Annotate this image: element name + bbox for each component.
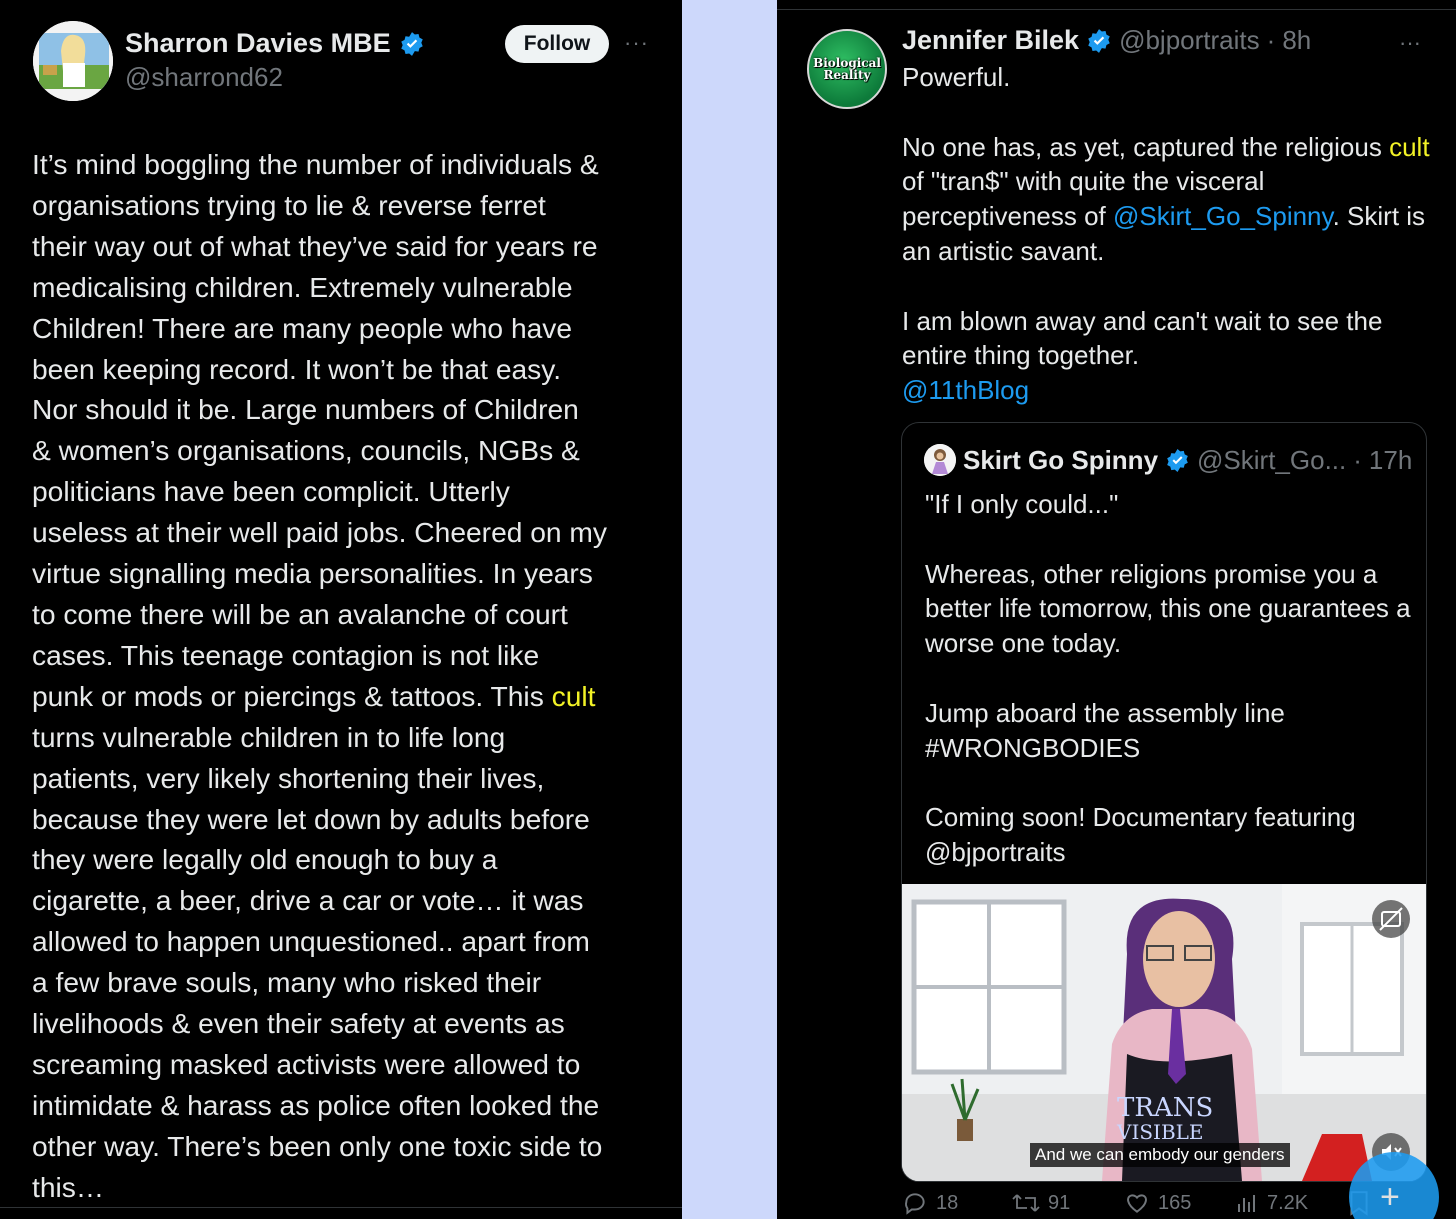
quoted-tweet[interactable]: Skirt Go Spinny @Skirt_Go... · 17h "If I… [901,422,1427,1182]
captions-icon[interactable] [1372,900,1410,938]
video-caption: And we can embody our genders [1030,1143,1290,1167]
sharron-avatar[interactable] [33,21,113,101]
mention-link[interactable]: @11thBlog [902,375,1029,405]
author-handle[interactable]: @bjportraits [1119,25,1260,56]
quoted-tweet-header: Skirt Go Spinny @Skirt_Go... · 17h [963,445,1412,476]
more-options-icon[interactable]: ··· [1399,30,1421,56]
mention-text: @bjportraits [925,836,1066,867]
tweet-paragraph: I am blown away and can't wait to see th… [902,305,1383,406]
divider [0,1207,682,1208]
quote-paragraph: Jump aboard the assembly line #WRONGBODIE… [925,697,1285,763]
highlighted-word: cult [551,679,596,712]
like-action[interactable]: 165 [1124,1190,1191,1216]
quote-paragraph: "If I only could..." [925,489,1119,519]
views-icon [1238,1195,1255,1212]
follow-button[interactable]: Follow [505,25,609,63]
quoted-tweet-body: "If I only could..." Whereas, other reli… [925,487,1415,905]
mention-link[interactable]: @Skirt_Go_Spinny [1113,201,1333,231]
like-count: 165 [1158,1191,1192,1214]
right-tweet-panel: Biological Reality Jennifer Bilek @bjpor… [777,0,1456,1219]
avatar-logo-text: Biological Reality [813,56,881,82]
highlighted-word: cult [1389,131,1430,162]
verified-badge-icon [1167,449,1188,472]
verified-badge-icon [1088,28,1110,53]
tweet-header: Jennifer Bilek @bjportraits · 8h [902,25,1311,56]
retweet-icon [1012,1194,1040,1212]
reply-action[interactable]: 18 [902,1190,958,1216]
quoted-tweet-time: 17h [1368,445,1413,475]
tweet-body: It’s mind boggling the number of individ… [32,144,662,1208]
video-player[interactable]: And we can embody our genders TRANS VISI… [902,884,1426,1181]
left-tweet-panel: Sharron Davies MBE @sharrond62 Follow ··… [0,0,682,1219]
heart-icon [1127,1194,1147,1213]
retweet-action[interactable]: 91 [1012,1190,1070,1216]
tweet-text-part2: turns vulnerable children in to life lon… [32,720,603,1203]
tweet-time[interactable]: 8h [1282,25,1311,56]
reply-icon [905,1193,925,1215]
shirt-text: TRANS VISIBLE [1117,1093,1214,1144]
quoted-author-name[interactable]: Skirt Go Spinny [963,445,1158,476]
tweet-paragraph: No one has, as yet, captured the religio… [902,131,1430,266]
divider [777,9,1456,10]
more-options-icon[interactable]: ··· [624,30,649,56]
reply-count: 18 [936,1191,959,1214]
skirt-avatar[interactable] [924,444,956,476]
author-name-row[interactable]: Sharron Davies MBE [125,28,425,59]
tweet-text-part1: It’s mind boggling the number of individ… [32,148,608,712]
retweet-count: 91 [1048,1191,1071,1214]
quote-paragraph: Whereas, other religions promise you a b… [925,558,1411,659]
dot-separator: · [1353,445,1362,475]
author-name[interactable]: Sharron Davies MBE [125,28,391,59]
author-handle[interactable]: @sharrond62 [125,62,283,93]
quoted-author-handle[interactable]: @Skirt_Go... [1197,445,1346,476]
plus-icon: + [1380,1178,1400,1216]
dot-separator: · [1266,25,1276,55]
views-count: 7.2K [1267,1191,1309,1214]
tweet-body: Powerful. No one has, as yet, captured t… [902,60,1442,443]
biological-reality-avatar[interactable]: Biological Reality [807,29,887,109]
panel-separator [682,0,777,1219]
hashtag: #WRONGBODIES [925,732,1141,763]
author-name[interactable]: Jennifer Bilek [902,25,1079,56]
verified-badge-icon [400,31,423,56]
tweet-paragraph: Powerful. [902,62,1011,92]
quote-paragraph: Coming soon! Documentary featuring @bjpor… [925,802,1356,867]
views-action[interactable]: 7.2K [1235,1190,1308,1216]
